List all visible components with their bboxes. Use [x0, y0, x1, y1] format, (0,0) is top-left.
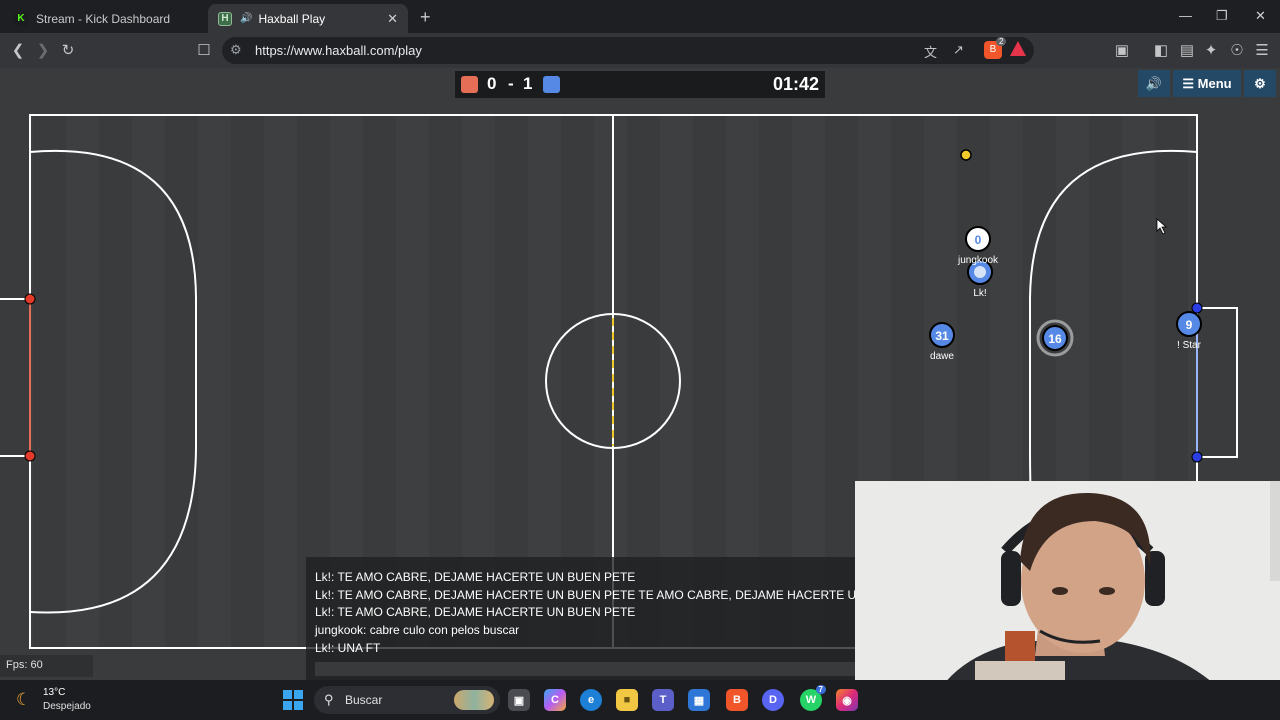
- kick-icon: K: [14, 11, 28, 26]
- scoreboard: 0 - 1 01:42: [455, 71, 825, 98]
- blue-score: 1: [523, 74, 533, 93]
- edge-icon[interactable]: e: [580, 689, 602, 711]
- brave-shields-count: 2: [996, 37, 1007, 46]
- volume-button[interactable]: 🔊: [1138, 70, 1170, 97]
- taskbar-search[interactable]: ⚲ Buscar: [314, 686, 500, 714]
- blue-goal-post-top: [1191, 302, 1203, 314]
- fps-counter: Fps: 60: [0, 655, 93, 677]
- red-goal-post-bottom: [24, 450, 36, 462]
- player-avatar-lk: [974, 266, 986, 278]
- brave-browser-icon[interactable]: B: [726, 689, 748, 711]
- windows-start-icon[interactable]: [283, 690, 303, 710]
- address-bar[interactable]: ⚙ https://www.haxball.com/play 文 ↗ B 2: [222, 37, 1034, 64]
- player-number-dawe: 31: [935, 329, 949, 343]
- search-label: Buscar: [345, 693, 383, 707]
- minimize-button[interactable]: —: [1179, 8, 1192, 23]
- chat-message: Lk!: TE AMO CABRE, DEJAME HACERTE UN BUE…: [315, 570, 636, 584]
- maximize-button[interactable]: ❐: [1216, 8, 1228, 24]
- bookmark-icon[interactable]: ☐: [194, 41, 214, 59]
- player-name-jungkook: jungkook: [957, 255, 999, 266]
- copilot-icon[interactable]: C: [544, 689, 566, 711]
- ball: [960, 149, 972, 161]
- menu-button[interactable]: ☰ Menu: [1173, 70, 1241, 97]
- wallet-icon[interactable]: ▤: [1177, 41, 1197, 59]
- store-icon[interactable]: ▦: [688, 689, 710, 711]
- red-team-badge: [461, 76, 478, 93]
- chat-input[interactable]: [315, 662, 855, 676]
- weather-description[interactable]: Despejado: [43, 701, 91, 712]
- blue-team-badge: [543, 76, 560, 93]
- whatsapp-badge: 7: [815, 685, 826, 694]
- haxball-icon: H: [218, 11, 232, 26]
- windows-taskbar: ☾ 13°C Despejado ⚲ Buscar ▣ C e ■ T ▦ B …: [0, 680, 1280, 720]
- score-separator: -: [508, 74, 514, 93]
- brave-rewards-icon[interactable]: [1010, 41, 1026, 56]
- translate-icon[interactable]: 文: [924, 42, 937, 61]
- file-explorer-icon[interactable]: ■: [616, 689, 638, 711]
- new-tab-button[interactable]: +: [420, 7, 431, 28]
- sidebar-icon[interactable]: ◧: [1151, 41, 1171, 59]
- back-arrow-icon[interactable]: ❮: [8, 41, 28, 59]
- red-score: 0: [487, 74, 497, 93]
- tab-strip: K Stream - Kick Dashboard H 🔊 Haxball Pl…: [0, 0, 1280, 33]
- match-clock: 01:42: [772, 74, 819, 94]
- red-goal-post-top: [24, 293, 36, 305]
- audio-playing-icon[interactable]: 🔊: [240, 13, 252, 24]
- url-text[interactable]: https://www.haxball.com/play: [255, 43, 422, 58]
- weather-moon-icon[interactable]: ☾: [16, 690, 31, 710]
- tab-kick-dashboard[interactable]: K Stream - Kick Dashboard: [4, 4, 204, 33]
- teams-icon[interactable]: T: [652, 689, 674, 711]
- forward-arrow-icon[interactable]: ❯: [33, 41, 53, 59]
- screenshot-icon[interactable]: ▣: [1112, 41, 1132, 59]
- chat-message: Lk!: TE AMO CABRE, DEJAME HACERTE UN BUE…: [315, 605, 636, 619]
- chat-message: Lk!: UNA FT: [315, 641, 381, 655]
- discord-icon[interactable]: D: [762, 689, 784, 711]
- instagram-icon[interactable]: ◉: [836, 689, 858, 711]
- task-view-icon[interactable]: ▣: [508, 689, 530, 711]
- settings-button[interactable]: ⚙: [1244, 70, 1276, 97]
- site-settings-icon[interactable]: ⚙: [230, 42, 242, 58]
- browser-toolbar: ❮ ❯ ↻ ☐ ⚙ https://www.haxball.com/play 文…: [0, 33, 1280, 68]
- blue-goal-post-bottom: [1191, 451, 1203, 463]
- search-icon: ⚲: [324, 692, 334, 707]
- chat-box: Lk!: TE AMO CABRE, DEJAME HACERTE UN BUE…: [306, 557, 858, 680]
- player-name-lk: Lk!: [973, 288, 987, 299]
- menu-label: Menu: [1197, 76, 1232, 91]
- player-number-16: 16: [1048, 332, 1062, 346]
- share-icon[interactable]: ↗: [953, 42, 964, 58]
- vpn-icon[interactable]: ☉: [1227, 41, 1247, 59]
- search-highlight-image: [454, 690, 494, 710]
- close-tab-icon[interactable]: ✕: [387, 11, 398, 27]
- player-number-star: 9: [1186, 318, 1193, 332]
- tab-title: Stream - Kick Dashboard: [36, 11, 171, 26]
- close-window-button[interactable]: ✕: [1255, 8, 1266, 24]
- player-name-dawe: dawe: [930, 351, 954, 362]
- reload-icon[interactable]: ↻: [58, 41, 78, 59]
- hamburger-icon: ☰: [1182, 75, 1198, 91]
- gear-icon: ⚙: [1254, 75, 1266, 91]
- speaker-icon: 🔊: [1145, 75, 1163, 91]
- player-number-jungkook: 0: [975, 233, 982, 247]
- weather-temperature[interactable]: 13°C: [43, 687, 65, 698]
- tab-haxball-play[interactable]: H 🔊 Haxball Play ✕: [208, 4, 408, 33]
- chat-message: jungkook: cabre culo con pelos buscar: [315, 623, 520, 637]
- whatsapp-icon[interactable]: W7: [800, 685, 826, 711]
- chat-message: Lk!: TE AMO CABRE, DEJAME HACERTE UN BUE…: [315, 588, 858, 602]
- leo-ai-icon[interactable]: ✦: [1201, 41, 1221, 59]
- tab-title: Haxball Play: [258, 11, 326, 26]
- player-name-star: ! Star: [1177, 340, 1201, 351]
- game-top-buttons: 🔊 ☰ Menu ⚙: [1138, 70, 1276, 97]
- hamburger-menu-icon[interactable]: ☰: [1252, 41, 1272, 59]
